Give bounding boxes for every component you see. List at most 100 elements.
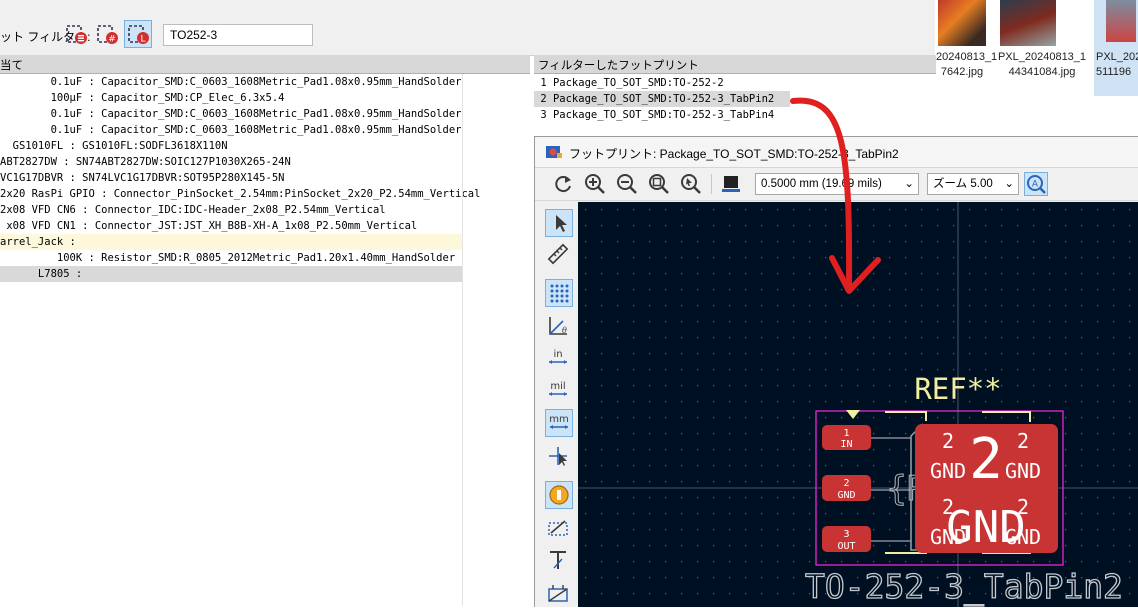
units-mil-button[interactable]: mil	[545, 377, 573, 405]
fab-sketch-mode-button[interactable]	[545, 579, 573, 607]
select-tool-button[interactable]	[545, 209, 573, 237]
photo-thumbnail[interactable]	[1106, 0, 1136, 42]
zoom-in-button[interactable]	[583, 172, 607, 196]
filter-pincount-icon: #	[97, 25, 118, 45]
footprint-window-titlebar[interactable]: フットプリント: Package_TO_SOT_SMD:TO-252-3_Tab…	[535, 137, 1138, 168]
photo-thumbnail[interactable]	[938, 0, 986, 46]
footprint-canvas[interactable]: {REF**} REF** 1 IN 2 GND 3 OUT 2 GND 2 2…	[578, 202, 1138, 607]
photo-caption: PXL_202 511196	[1096, 51, 1138, 78]
footprint-window-toolbar: 0.5000 mm (19.69 mils) ⌄ ズーム 5.00 ⌄ A	[535, 168, 1138, 201]
graphic-sketch-mode-button[interactable]	[545, 515, 573, 543]
pad-3-net: OUT	[837, 541, 855, 552]
photo-thumbnail[interactable]	[1000, 0, 1056, 46]
refresh-icon	[555, 176, 571, 193]
filtered-footprint-row[interactable]: 2 Package_TO_SOT_SMD:TO-252-3_TabPin2	[534, 91, 790, 107]
column-separator[interactable]	[462, 74, 463, 606]
assignment-row[interactable]: 2x20 RasPi GPIO : Connector_PinSocket_2.…	[0, 186, 480, 202]
units-mm-button[interactable]: mm	[545, 409, 573, 437]
svg-text:#: #	[108, 35, 116, 45]
zoom-auto-button[interactable]: A	[1024, 172, 1048, 196]
filtered-footprint-row[interactable]: 3 Package_TO_SOT_SMD:TO-252-3_TabPin4	[534, 107, 790, 123]
kicad-app-icon	[546, 146, 562, 158]
footprint-window-title: フットプリント: Package_TO_SOT_SMD:TO-252-3_Tab…	[569, 147, 899, 161]
text-outline-icon	[550, 551, 566, 569]
zoom-fit-button[interactable]	[647, 172, 671, 196]
filtered-footprint-row[interactable]: 1 Package_TO_SOT_SMD:TO-252-2	[534, 75, 790, 91]
zoom-to-objects-button[interactable]	[679, 172, 703, 196]
filter-library-icon: L	[128, 25, 149, 45]
chevron-down-icon: ⌄	[904, 178, 914, 190]
chevron-down-icon: ⌄	[1004, 178, 1014, 190]
3d-viewer-button[interactable]	[719, 172, 743, 196]
pad-outline-icon	[549, 485, 569, 505]
filter-toolbar: ット フィルター: # L	[0, 0, 935, 56]
assignment-row[interactable]: arrel_Jack :	[0, 234, 462, 250]
zoom-fit-icon	[649, 174, 669, 194]
assignments-header-label: 当て	[0, 60, 23, 72]
filtered-footprints-header: フィルターしたフットプリント	[534, 55, 936, 74]
footprint-viewer-window: フットプリント: Package_TO_SOT_SMD:TO-252-3_Tab…	[534, 136, 1138, 607]
svg-text:θ: θ	[562, 326, 567, 335]
ruler-icon	[547, 243, 569, 265]
zoom-auto-icon: A	[1027, 175, 1046, 194]
grid-toggle-button[interactable]	[545, 279, 573, 307]
pad-1-number: 1	[843, 428, 849, 439]
mil-units-icon: mil	[549, 381, 567, 396]
measure-tool-button[interactable]	[545, 241, 573, 269]
pad-sketch-mode-button[interactable]	[545, 481, 573, 509]
footprint-value-text: TO-252-3_TabPin2	[805, 567, 1123, 607]
svg-text:A: A	[1032, 180, 1039, 190]
refresh-button[interactable]	[551, 172, 575, 196]
assignment-row[interactable]: 100μF : Capacitor_SMD:CP_Elec_6.3x5.4	[0, 90, 462, 106]
zoom-out-icon	[617, 174, 637, 194]
assignment-row[interactable]: x08 VFD CN1 : Connector_JST:JST_XH_B8B-X…	[0, 218, 462, 234]
units-inch-button[interactable]: in	[545, 345, 573, 373]
assignment-row[interactable]: 100K : Resistor_SMD:R_0805_2012Metric_Pa…	[0, 250, 462, 266]
grid-size-select[interactable]: 0.5000 mm (19.69 mils) ⌄	[755, 173, 919, 195]
filter-by-keywords-button[interactable]	[62, 20, 90, 48]
tab-subpad-net: GND	[930, 459, 966, 483]
zoom-select[interactable]: ズーム 5.00 ⌄	[927, 173, 1019, 195]
svg-text:in: in	[553, 349, 562, 360]
mm-units-icon: mm	[549, 414, 569, 429]
outline-fill-icon	[548, 585, 568, 602]
pad-1-net: IN	[840, 439, 852, 450]
tab-subpad-number: 2	[1017, 495, 1029, 519]
filtered-footprints-header-label: フィルターしたフットプリント	[538, 60, 699, 72]
pad-3-number: 3	[843, 529, 849, 540]
svg-text:mil: mil	[550, 381, 565, 392]
assignment-row[interactable]: ABT2827DW : SN74ABT2827DW:SOIC127P1030X2…	[0, 154, 462, 170]
zoom-out-button[interactable]	[615, 172, 639, 196]
zoom-objects-icon	[681, 174, 701, 194]
pad-2-net: GND	[837, 490, 855, 501]
assignments-list[interactable]: 0.1uF : Capacitor_SMD:C_0603_1608Metric_…	[0, 74, 530, 606]
assignment-row[interactable]: VC1G17DBVR : SN74LVC1G17DBVR:SOT95P280X1…	[0, 170, 462, 186]
footprint-left-toolbar: θ in mil mm	[543, 209, 575, 607]
polar-coords-button[interactable]: θ	[545, 313, 573, 341]
assignment-row[interactable]: 0.1uF : Capacitor_SMD:C_0603_1608Metric_…	[0, 122, 462, 138]
toolbar-separator	[711, 174, 712, 194]
assignment-row[interactable]: 2x08 VFD CN6 : Connector_IDC:IDC-Header_…	[0, 202, 462, 218]
polar-coords-icon: θ	[549, 317, 567, 335]
svg-text:L: L	[140, 35, 145, 45]
assignment-row[interactable]: GS1010FL : GS1010FL:SODFL3618X110N	[0, 138, 462, 154]
assignment-row[interactable]: 0.1uF : Capacitor_SMD:C_0603_1608Metric_…	[0, 106, 462, 122]
tab-pad-number: 2	[969, 427, 1003, 492]
cursor-shape-button[interactable]	[545, 443, 573, 471]
filter-by-pin-count-button[interactable]: #	[93, 20, 121, 48]
grid-dots-icon	[550, 284, 569, 303]
footprint-drawing[interactable]: {REF**} REF** 1 IN 2 GND 3 OUT 2 GND 2 2…	[578, 202, 1138, 607]
assignment-row[interactable]: 0.1uF : Capacitor_SMD:C_0603_1608Metric_…	[0, 74, 462, 90]
filter-keywords-icon	[66, 25, 87, 44]
inch-units-icon: in	[549, 349, 567, 364]
text-sketch-mode-button[interactable]	[545, 547, 573, 575]
file-explorer-thumbnails: 20240813_1 7642.jpg PXL_20240813_1 4434108…	[936, 0, 1138, 135]
filter-by-library-button[interactable]: L	[124, 20, 152, 48]
photo-caption: 20240813_1 7642.jpg	[936, 51, 998, 78]
filter-text-input[interactable]	[163, 24, 313, 46]
filtered-footprints-list[interactable]: 1 Package_TO_SOT_SMD:TO-252-2 2 Package_…	[534, 74, 936, 134]
cursor-arrow-icon	[556, 215, 567, 232]
svg-text:mm: mm	[549, 414, 568, 425]
assignment-row[interactable]: L7805 :	[0, 266, 462, 282]
tab-subpad-number: 2	[1017, 429, 1029, 453]
